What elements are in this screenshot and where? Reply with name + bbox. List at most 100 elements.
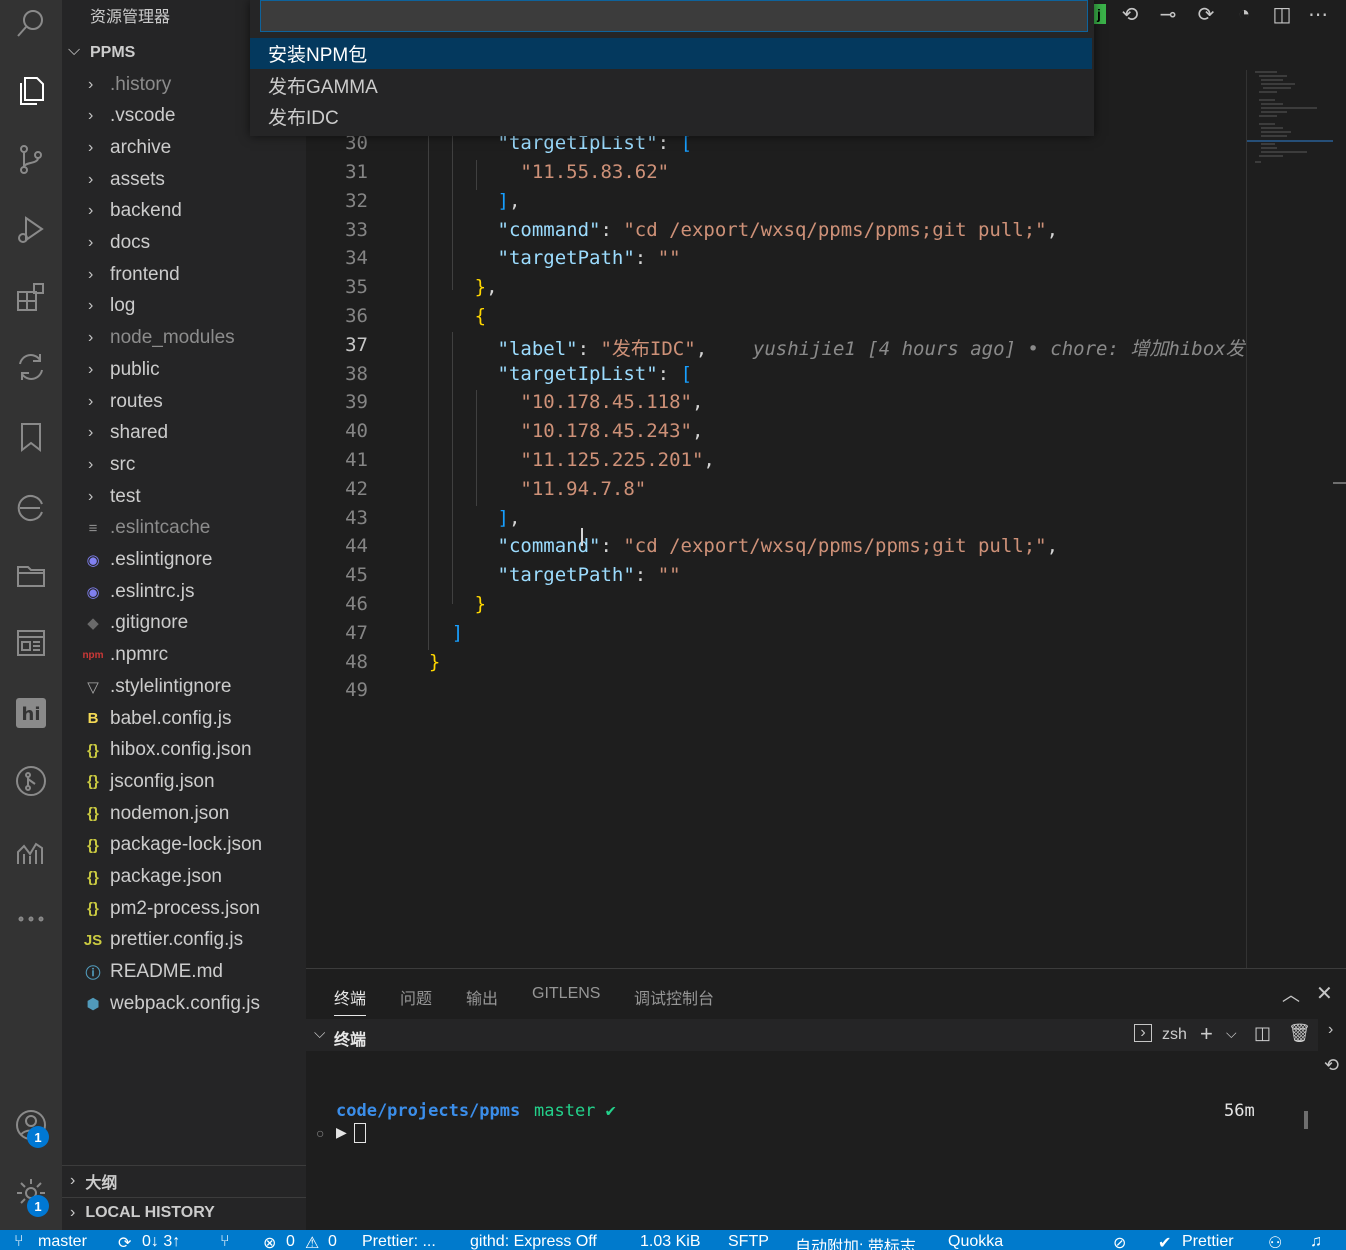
githd-status[interactable]: githd: Express Off [470, 1233, 597, 1250]
file-label: .gitignore [110, 612, 189, 634]
quick-pick-item[interactable]: 安装NPM包 [250, 38, 1092, 69]
maximize-panel-icon[interactable]: ︿ [1282, 981, 1300, 1007]
copilot-icon[interactable]: ⊘ [1113, 1233, 1126, 1250]
split-editor-icon[interactable]: ◫ [1268, 2, 1296, 26]
quick-pick-item[interactable]: 发布GAMMA [250, 70, 1092, 101]
folder-row[interactable]: › routes [62, 386, 306, 417]
folder-row[interactable]: › archive [62, 132, 306, 163]
chevron-right-icon: › [88, 265, 94, 283]
file-row[interactable]: ≡ .eslintcache [62, 513, 306, 544]
panel-tab[interactable]: 问题 [400, 985, 432, 1009]
more-icon[interactable] [8, 896, 54, 942]
live-share-icon[interactable]: ⑂ [220, 1233, 230, 1250]
folder-row[interactable]: › frontend [62, 259, 306, 290]
terminal-cursor[interactable] [354, 1123, 366, 1143]
remote-explorer-icon[interactable] [8, 484, 54, 530]
folder-label: public [110, 358, 160, 380]
extensions-icon[interactable] [8, 274, 54, 320]
file-row[interactable]: {} jsconfig.json [62, 766, 306, 797]
panel-tab[interactable]: 终端 [334, 985, 367, 1016]
error-count[interactable]: 0 [286, 1233, 295, 1250]
explorer-icon[interactable] [8, 68, 54, 114]
folder-row[interactable]: › node_modules [62, 323, 306, 354]
trash-icon[interactable]: 🗑 [1288, 1023, 1311, 1044]
folder-row[interactable]: › assets [62, 164, 306, 195]
diff-icon[interactable] [8, 344, 54, 390]
folder-row[interactable]: › docs [62, 228, 306, 259]
new-terminal-icon[interactable]: + [1200, 1021, 1213, 1047]
folder-row[interactable]: › src [62, 449, 306, 480]
file-row[interactable]: ◉ .eslintignore [62, 545, 306, 576]
quick-pick-input[interactable] [260, 0, 1088, 32]
prettier-status-left[interactable]: Prettier: ... [362, 1233, 436, 1250]
panel-tab[interactable]: GITLENS [532, 985, 600, 1003]
folder-row[interactable]: › log [62, 291, 306, 322]
chevron-right-icon: › [88, 487, 94, 505]
feedback-icon[interactable]: ⚇ [1268, 1233, 1282, 1250]
file-row[interactable]: {} hibox.config.json [62, 735, 306, 766]
chevron-down-icon[interactable]: ⌵ [1226, 1025, 1237, 1042]
outline-section[interactable]: › 大纲 [62, 1165, 306, 1196]
sftp-status[interactable]: SFTP [728, 1233, 769, 1250]
line-number: 40 [345, 420, 368, 442]
split-terminal-icon[interactable]: ◫ [1254, 1023, 1271, 1044]
more-actions-icon[interactable]: ⋯ [1304, 2, 1332, 26]
file-row[interactable]: {} pm2-process.json [62, 893, 306, 924]
project-manager-icon[interactable] [8, 620, 54, 666]
line-number: 38 [345, 363, 368, 385]
history-icon[interactable]: ⟲ [1324, 1055, 1339, 1076]
terminal-list-toggle-icon[interactable]: › [1328, 1021, 1333, 1039]
jira-icon[interactable]: j [1092, 4, 1106, 24]
search-icon[interactable] [8, 0, 54, 46]
chevron-down-icon[interactable]: ⌵ [314, 1025, 325, 1042]
gitlens-next-icon[interactable]: ⟳ [1192, 2, 1220, 26]
json-icon: {} [87, 773, 99, 791]
hibox-icon[interactable]: hi [8, 690, 54, 736]
timeline-icon[interactable]: ◔ [1230, 2, 1258, 26]
auto-attach-status[interactable]: 自动附加: 带标志 [795, 1233, 916, 1250]
file-row[interactable]: {} package.json [62, 862, 306, 893]
local-history-section[interactable]: › LOCAL HISTORY [62, 1197, 306, 1228]
folder-row[interactable]: › backend [62, 196, 306, 227]
scrollbar-indicator[interactable] [1332, 482, 1346, 484]
file-row[interactable]: npm .npmrc [62, 640, 306, 671]
file-row[interactable]: ▽ .stylelintignore [62, 671, 306, 702]
gitlens-previous-icon[interactable]: ⟲ [1116, 2, 1144, 26]
panel-tab[interactable]: 调试控制台 [634, 985, 714, 1009]
git-graph-icon[interactable] [8, 758, 54, 804]
minimap[interactable] [1246, 70, 1333, 970]
folder-row[interactable]: › public [62, 354, 306, 385]
warning-count[interactable]: 0 [328, 1233, 337, 1250]
branch-name[interactable]: master [38, 1233, 87, 1250]
source-control-icon[interactable] [8, 136, 54, 182]
run-debug-icon[interactable] [8, 206, 54, 252]
folder-label: archive [110, 136, 172, 158]
quick-pick-item[interactable]: 发布IDC [250, 101, 1092, 132]
line-number: 46 [345, 593, 368, 615]
folder-row[interactable]: › shared [62, 418, 306, 449]
accounts-badge: 1 [27, 1126, 49, 1148]
folder-icon[interactable] [8, 552, 54, 598]
shell-name[interactable]: zsh [1162, 1026, 1187, 1044]
file-row[interactable]: JS prettier.config.js [62, 925, 306, 956]
gitlens-commit-icon[interactable]: ⊸ [1154, 2, 1182, 26]
terminal-status-circle-icon: ○ [316, 1125, 325, 1141]
analytics-icon[interactable] [8, 828, 54, 874]
close-panel-icon[interactable]: ✕ [1316, 981, 1333, 1006]
file-row[interactable]: ⬢ webpack.config.js [62, 988, 306, 1019]
folder-row[interactable]: › test [62, 481, 306, 512]
panel-tab[interactable]: 输出 [466, 985, 498, 1009]
bookmark-icon[interactable] [8, 414, 54, 460]
file-row[interactable]: ◉ .eslintrc.js [62, 576, 306, 607]
prettier-status-right[interactable]: Prettier [1182, 1233, 1234, 1250]
sync-status[interactable]: 0↓ 3↑ [142, 1233, 180, 1250]
terminal-scrollbar[interactable] [1304, 1111, 1308, 1129]
editor-area[interactable]: j ⟲ ⊸ ⟳ ◔ ◫ ⋯ 30 31 32 33 34 35 36 37 38 39 40 41 42… [306, 0, 1346, 968]
file-row[interactable]: {} package-lock.json [62, 830, 306, 861]
quokka-status[interactable]: Quokka [948, 1233, 1003, 1250]
notifications-bell-icon[interactable]: ♫ [1310, 1233, 1322, 1250]
file-row[interactable]: Bbabel.config.js [62, 703, 306, 734]
file-row[interactable]: ⓘ README.md [62, 957, 306, 988]
file-row[interactable]: ◆ .gitignore [62, 608, 306, 639]
file-row[interactable]: {} nodemon.json [62, 798, 306, 829]
